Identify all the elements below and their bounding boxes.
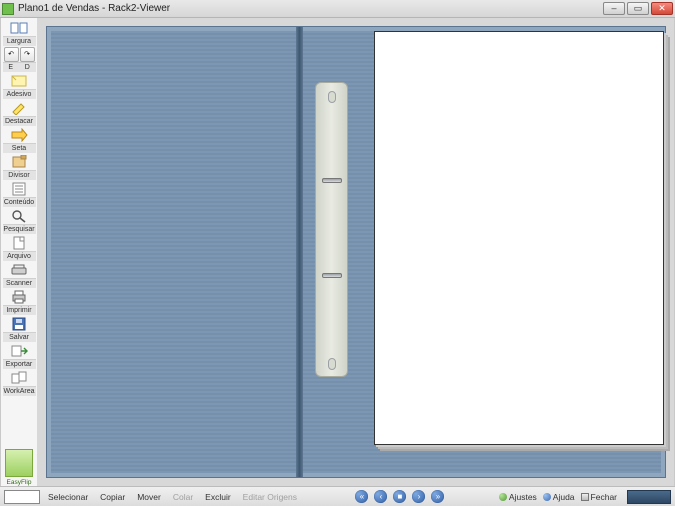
ajuda-label: Ajuda	[553, 492, 575, 502]
tool-adesivo[interactable]: Adesivo	[3, 73, 36, 99]
tool-rotate-labels: E D	[3, 62, 36, 72]
tool-conteudo[interactable]: Conteúdo	[3, 181, 36, 207]
search-icon	[8, 208, 30, 224]
bottom-endcap	[627, 490, 671, 504]
titlebar: Plano1 de Vendas - Rack2-Viewer – ▭ ✕	[0, 0, 675, 18]
tool-label: Scanner	[3, 278, 36, 288]
window-title: Plano1 de Vendas - Rack2-Viewer	[18, 3, 603, 14]
excluir-button[interactable]: Excluir	[201, 491, 235, 503]
mover-button[interactable]: Mover	[133, 491, 165, 503]
rotate-e-label: E	[3, 64, 20, 71]
tool-seta[interactable]: Seta	[3, 127, 36, 153]
ring-clip	[322, 273, 342, 278]
tool-label: Salvar	[3, 332, 36, 342]
nav-next-button[interactable]: ›	[412, 490, 425, 503]
maximize-button[interactable]: ▭	[627, 2, 649, 15]
colar-button: Colar	[169, 491, 197, 503]
file-icon	[8, 235, 30, 251]
tool-label: Imprimir	[3, 305, 36, 315]
app-body: Largura ↶ ↷ E D Adesivo Destacar	[0, 18, 675, 486]
tool-arquivo[interactable]: Arquivo	[3, 235, 36, 261]
nav-first-button[interactable]: «	[355, 490, 368, 503]
tool-label: Pesquisar	[3, 224, 36, 234]
app-icon	[2, 3, 14, 15]
rotate-d-label: D	[19, 64, 36, 71]
tool-label: Exportar	[3, 359, 36, 369]
ring-hole	[328, 91, 336, 103]
tool-label: Arquivo	[3, 251, 36, 261]
tool-label: WorkArea	[3, 386, 36, 396]
help-icon	[543, 493, 551, 501]
ring-clip	[322, 178, 342, 183]
save-icon	[8, 316, 30, 332]
tool-workarea[interactable]: WorkArea	[3, 370, 36, 396]
fechar-label: Fechar	[591, 492, 617, 502]
minimize-button[interactable]: –	[603, 2, 625, 15]
editar-origens-button: Editar Origens	[239, 491, 301, 503]
bottom-toolbar: Selecionar Copiar Mover Colar Excluir Ed…	[0, 486, 675, 506]
gear-icon	[499, 493, 507, 501]
window-buttons: – ▭ ✕	[603, 2, 673, 15]
scanner-icon	[8, 262, 30, 278]
rotate-right-button[interactable]: ↷	[20, 47, 35, 62]
tool-label: Adesivo	[3, 89, 36, 99]
bottom-right-cluster: Ajustes Ajuda Fechar	[499, 490, 671, 504]
tool-divisor[interactable]: Divisor	[3, 154, 36, 180]
tool-imprimir[interactable]: Imprimir	[3, 289, 36, 315]
tool-label: Largura	[3, 36, 36, 46]
ring-hole	[328, 358, 336, 370]
easyflip-label: EasyFlip	[5, 479, 33, 486]
binder-rings	[315, 82, 348, 377]
printer-icon	[8, 289, 30, 305]
tool-destacar[interactable]: Destacar	[3, 100, 36, 126]
binder	[46, 26, 666, 478]
nav-last-button[interactable]: »	[431, 490, 444, 503]
tool-exportar[interactable]: Exportar	[3, 343, 36, 369]
arrow-icon	[8, 127, 30, 143]
tool-largura[interactable]: Largura	[3, 20, 36, 46]
tool-salvar[interactable]: Salvar	[3, 316, 36, 342]
page-number-input[interactable]	[4, 490, 40, 504]
tool-scanner[interactable]: Scanner	[3, 262, 36, 288]
contents-icon	[8, 181, 30, 197]
close-button[interactable]: ✕	[651, 2, 673, 15]
tool-label: Destacar	[3, 116, 36, 126]
tool-label: Divisor	[3, 170, 36, 180]
door-icon	[581, 493, 589, 501]
nav-prev-button[interactable]: ‹	[374, 490, 387, 503]
nav-stop-button[interactable]: ■	[393, 490, 406, 503]
ajuda-button[interactable]: Ajuda	[543, 492, 575, 502]
tool-label: Conteúdo	[3, 197, 36, 207]
ajustes-button[interactable]: Ajustes	[499, 492, 537, 502]
tool-rotate: ↶ ↷	[3, 47, 36, 62]
easyflip-button[interactable]: EasyFlip	[5, 447, 33, 486]
page-stack[interactable]	[374, 31, 664, 445]
sticky-note-icon	[8, 73, 30, 89]
divider-icon	[8, 154, 30, 170]
fechar-button[interactable]: Fechar	[581, 492, 617, 502]
tool-pesquisar[interactable]: Pesquisar	[3, 208, 36, 234]
binder-spine	[296, 27, 303, 477]
sidebar: Largura ↶ ↷ E D Adesivo Destacar	[1, 18, 38, 486]
copiar-button[interactable]: Copiar	[96, 491, 129, 503]
viewer-area	[38, 18, 674, 486]
ajustes-label: Ajustes	[509, 492, 537, 502]
selecionar-button[interactable]: Selecionar	[44, 491, 92, 503]
highlighter-icon	[8, 100, 30, 116]
width-icon	[8, 20, 30, 36]
easyflip-icon	[5, 449, 33, 477]
page-nav: « ‹ ■ › »	[355, 490, 444, 503]
tool-label: Seta	[3, 143, 36, 153]
rotate-left-button[interactable]: ↶	[4, 47, 19, 62]
workarea-icon	[8, 370, 30, 386]
export-icon	[8, 343, 30, 359]
